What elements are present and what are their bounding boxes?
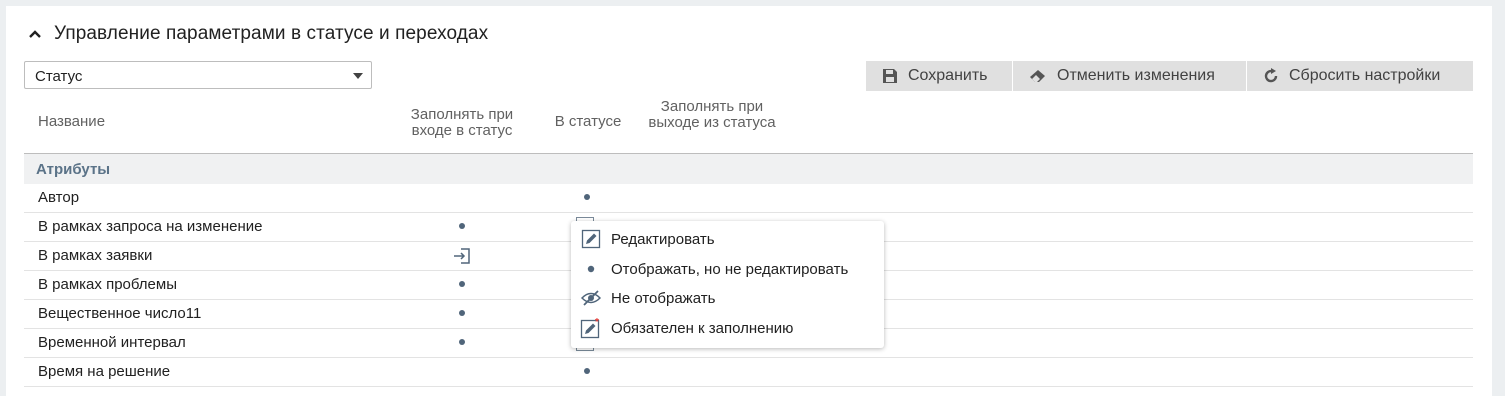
cancel-changes-label: Отменить изменения [1057, 67, 1215, 84]
column-header-in-status[interactable]: В статусе [546, 114, 630, 130]
cancel-changes-button[interactable]: Отменить изменения [1013, 61, 1246, 91]
row-name: Временной интервал [38, 334, 186, 351]
display-only-dot-icon[interactable] [459, 310, 465, 316]
fill-on-entry-icon[interactable] [452, 246, 472, 266]
save-icon [883, 69, 897, 83]
display-only-dot-icon[interactable] [459, 339, 465, 345]
display-only-dot-icon[interactable] [584, 368, 590, 374]
menu-item-required[interactable]: * Обязателен к заполнению [571, 314, 884, 342]
reset-settings-button[interactable]: Сбросить настройки [1247, 61, 1473, 91]
chevron-up-icon[interactable] [24, 23, 46, 45]
section-title: Управление параметрами в статусе и перех… [54, 23, 489, 44]
table-row[interactable]: Автор [24, 184, 1473, 213]
menu-item-label: Не отображать [611, 289, 716, 307]
display-only-dot-icon[interactable] [459, 281, 465, 287]
display-only-dot-icon[interactable] [584, 194, 590, 200]
row-name: В рамках заявки [38, 247, 153, 264]
dot-icon [571, 255, 611, 283]
row-name: В рамках запроса на изменение [38, 218, 263, 235]
column-header-name[interactable]: Название [38, 114, 105, 130]
menu-item-hidden[interactable]: Не отображать [571, 284, 884, 312]
reset-settings-label: Сбросить настройки [1289, 67, 1441, 84]
row-name: Автор [38, 189, 80, 206]
field-mode-popup-menu: Редактировать Отображать, но не редактир… [571, 221, 884, 348]
row-name: Вещественное число11 [38, 305, 202, 322]
save-button-label: Сохранить [908, 67, 988, 84]
pencil-icon [571, 225, 611, 253]
menu-item-display-only[interactable]: Отображать, но не редактировать [571, 255, 884, 283]
menu-item-label: Отображать, но не редактировать [611, 260, 849, 278]
svg-text:*: * [595, 317, 599, 328]
menu-item-edit[interactable]: Редактировать [571, 225, 884, 253]
row-name: Время на решение [38, 363, 171, 380]
eraser-icon [1030, 70, 1045, 82]
section-header[interactable]: Управление параметрами в статусе и перех… [24, 20, 488, 48]
refresh-icon [1264, 68, 1278, 83]
column-header-fill-on-exit[interactable]: Заполнять при выходе из статуса [642, 99, 782, 131]
menu-item-label: Редактировать [611, 230, 715, 248]
group-row-attributes: Атрибуты [24, 154, 1473, 184]
status-select[interactable]: Статус [24, 61, 372, 89]
row-name: В рамках проблемы [38, 276, 177, 293]
chevron-down-icon [353, 73, 363, 79]
status-select-value: Статус [35, 68, 83, 85]
group-title: Атрибуты [36, 161, 111, 178]
column-header-fill-on-entry[interactable]: Заполнять при входе в статус [392, 107, 532, 139]
pencil-required-icon: * [571, 314, 611, 342]
display-only-dot-icon[interactable] [459, 223, 465, 229]
eye-off-icon [571, 284, 611, 312]
menu-item-label: Обязателен к заполнению [611, 319, 794, 337]
save-button[interactable]: Сохранить [866, 61, 1012, 91]
table-row[interactable]: Время на решение [24, 358, 1473, 387]
